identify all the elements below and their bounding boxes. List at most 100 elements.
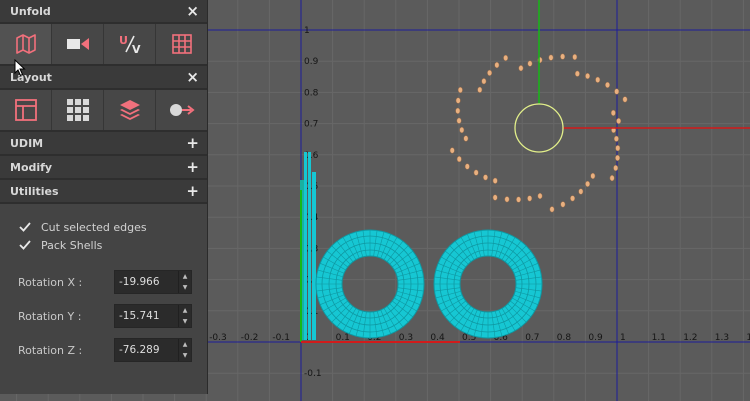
section-header-layout[interactable]: Layout × [0, 66, 207, 90]
layout-stack-button[interactable] [104, 90, 156, 130]
uv-vertex[interactable] [487, 69, 493, 76]
rotation-z-field[interactable]: -76.289 ▲ ▼ [114, 338, 192, 362]
uv-vertex[interactable] [463, 135, 469, 142]
spin-up-icon[interactable]: ▲ [179, 271, 191, 282]
section-header-unfold[interactable]: Unfold × [0, 0, 207, 24]
uv-vertex[interactable] [613, 164, 619, 172]
section-header-udim[interactable]: UDIM + [0, 132, 207, 156]
uv-vertex[interactable] [549, 206, 555, 213]
uv-vertex[interactable] [456, 156, 462, 163]
uv-vertex[interactable] [578, 188, 584, 195]
uv-vertex[interactable] [615, 145, 621, 152]
uv-vertex[interactable] [449, 147, 455, 154]
uv-vertex[interactable] [455, 107, 461, 114]
rotation-x-value[interactable]: -19.966 [115, 276, 160, 288]
uv-vertex[interactable] [459, 126, 465, 134]
uv-vertex[interactable] [457, 86, 463, 94]
checkmark-icon[interactable] [18, 238, 32, 252]
layout-grid-button[interactable] [52, 90, 104, 130]
rotation-y-value[interactable]: -15.741 [115, 310, 160, 322]
grid-unfold-icon [171, 34, 192, 54]
layout-tool-row [0, 90, 207, 132]
uv-shell-strip[interactable] [300, 152, 316, 340]
rotation-y-field[interactable]: -15.741 ▲ ▼ [114, 304, 192, 328]
uv-vertex[interactable] [477, 86, 483, 93]
section-title-udim: UDIM [10, 136, 44, 150]
uv-vertex[interactable] [570, 195, 576, 202]
rotation-z-row: Rotation Z : -76.289 ▲ ▼ [0, 333, 207, 367]
uv-vertex[interactable] [572, 53, 578, 61]
rotation-x-label: Rotation X : [18, 275, 83, 289]
uv-vertex[interactable] [518, 65, 524, 72]
uv-vertex[interactable] [537, 192, 543, 200]
expand-icon[interactable]: + [186, 183, 199, 199]
uv-vertex[interactable] [548, 54, 554, 61]
spin-up-icon[interactable]: ▲ [179, 305, 191, 316]
uv-vertex[interactable] [464, 163, 470, 170]
uv-vertex[interactable] [615, 154, 621, 161]
x-tick-label: 1.2 [683, 333, 697, 343]
uv-vertex[interactable] [560, 201, 566, 208]
uv-vertex[interactable] [494, 61, 500, 69]
uv-vertex[interactable] [560, 53, 566, 60]
uv-vertex[interactable] [516, 196, 522, 203]
uv-vertex[interactable] [527, 195, 533, 202]
close-icon[interactable]: × [186, 69, 199, 85]
uv-vertex[interactable] [595, 76, 601, 83]
uv-vertex[interactable] [590, 172, 596, 180]
uv-vertex[interactable] [613, 135, 619, 142]
grid-layout-icon [66, 99, 89, 121]
section-header-modify[interactable]: Modify + [0, 156, 207, 180]
svg-text:U: U [119, 34, 128, 47]
uv-vertex[interactable] [527, 60, 533, 67]
uv-vertex[interactable] [481, 78, 487, 85]
cut-selected-edges-checkbox[interactable]: Cut selected edges [0, 218, 207, 236]
uv-toolkit-panel: Unfold × U V Layout × UDIM + Modify + Ut… [0, 0, 208, 394]
checkmark-icon[interactable] [18, 220, 32, 234]
x-tick-label: 1.1 [652, 333, 666, 343]
close-icon[interactable]: × [186, 3, 199, 19]
uv-vertex[interactable] [574, 70, 580, 77]
section-header-utilities[interactable]: Utilities + [0, 180, 207, 204]
move-manipulator[interactable] [514, 0, 750, 153]
layout-move-button[interactable] [156, 90, 207, 130]
uv-vertex[interactable] [492, 194, 498, 201]
uv-vertex[interactable] [503, 54, 509, 61]
rotation-x-row: Rotation X : -19.966 ▲ ▼ [0, 265, 207, 299]
spin-down-icon[interactable]: ▼ [179, 350, 191, 361]
spin-up-icon[interactable]: ▲ [179, 339, 191, 350]
spin-down-icon[interactable]: ▼ [179, 282, 191, 293]
unfold-button[interactable] [0, 24, 52, 64]
unfold-camera-button[interactable] [52, 24, 104, 64]
section-title-modify: Modify [10, 160, 53, 174]
uv-vertex[interactable] [605, 81, 610, 89]
uv-vertex[interactable] [609, 175, 615, 182]
uv-vertex[interactable] [610, 109, 616, 116]
move-to-icon [169, 104, 195, 116]
uv-vertex[interactable] [614, 88, 620, 95]
spin-down-icon[interactable]: ▼ [179, 316, 191, 327]
layout-button[interactable] [0, 90, 52, 130]
uv-vertex[interactable] [473, 169, 479, 176]
uv-vertex[interactable] [585, 180, 591, 187]
unfold-grid-button[interactable] [156, 24, 207, 64]
uv-vertex[interactable] [483, 174, 488, 181]
uv-vertex[interactable] [504, 196, 510, 203]
x-tick-label: -0.2 [241, 333, 259, 343]
uv-vertex[interactable] [622, 96, 628, 103]
uv-vertex[interactable] [585, 73, 591, 80]
x-tick-label: 1 [620, 333, 626, 343]
uv-vertex[interactable] [492, 177, 498, 184]
uv-vertex[interactable] [616, 117, 622, 125]
uv-vertex[interactable] [456, 117, 462, 124]
expand-icon[interactable]: + [186, 159, 199, 175]
uv-vertex[interactable] [455, 97, 461, 104]
unfold-uv-button[interactable]: U V [104, 24, 156, 64]
expand-icon[interactable]: + [186, 135, 199, 151]
rotation-z-value[interactable]: -76.289 [115, 344, 160, 356]
section-title-utilities: Utilities [10, 184, 59, 198]
rotation-x-field[interactable]: -19.966 ▲ ▼ [114, 270, 192, 294]
camera-unfold-icon [66, 38, 89, 50]
pack-shells-checkbox[interactable]: Pack Shells [0, 236, 207, 254]
y-tick-label: 0.8 [304, 88, 319, 98]
